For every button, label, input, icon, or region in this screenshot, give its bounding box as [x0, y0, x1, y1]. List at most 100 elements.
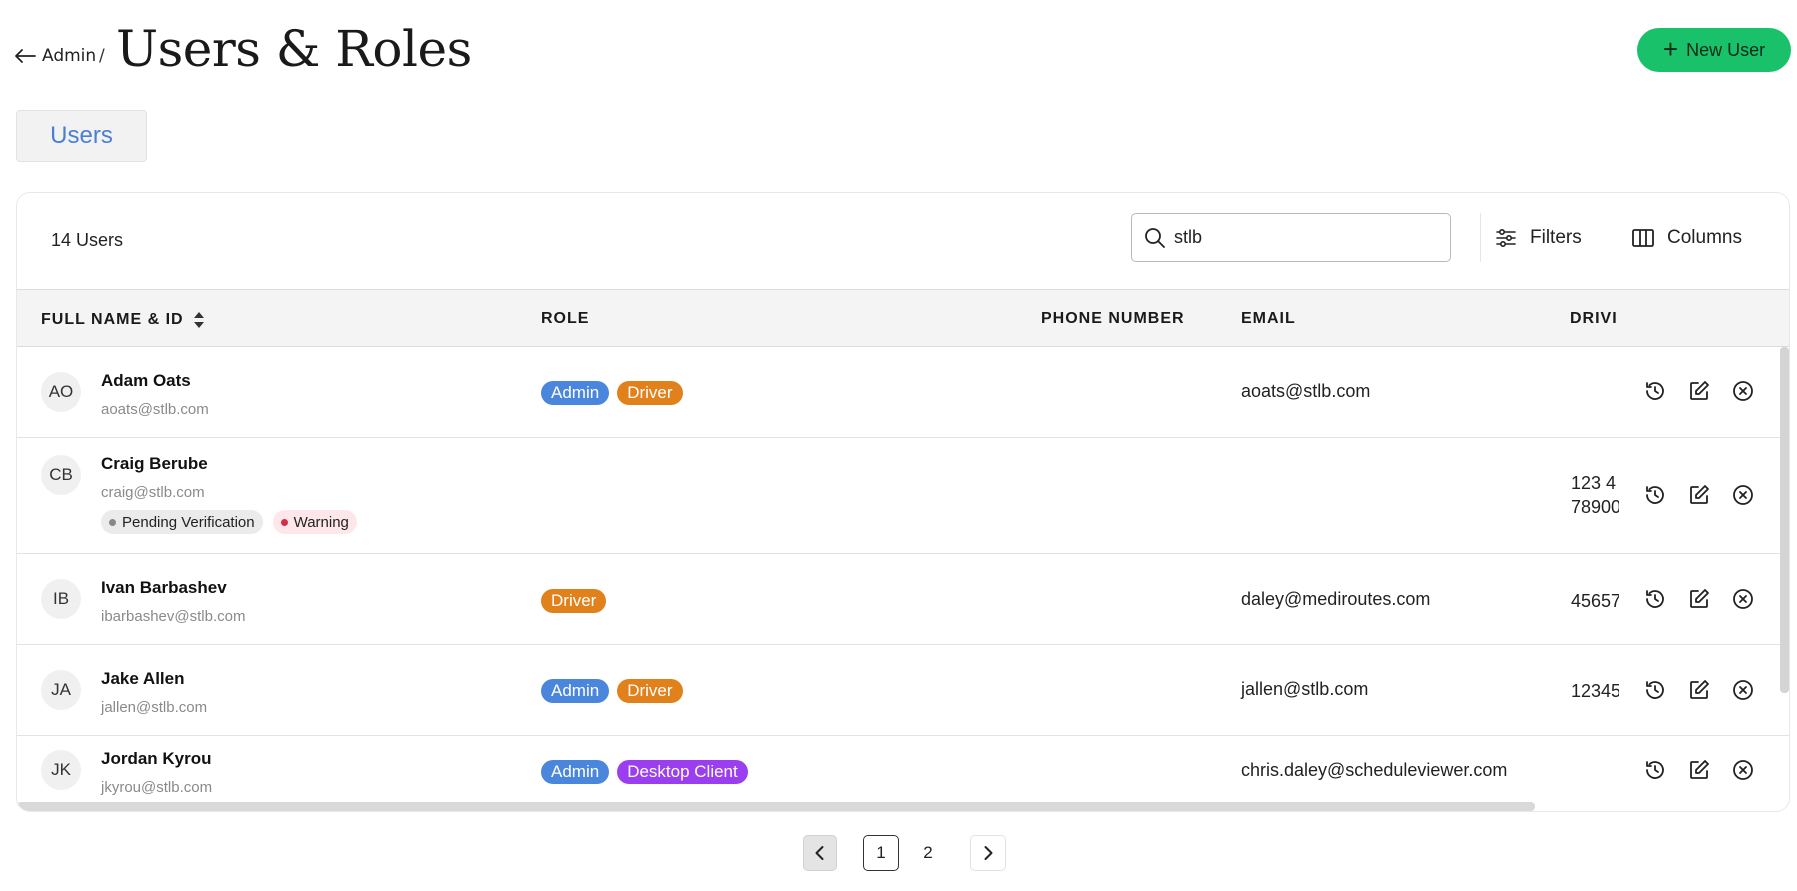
new-user-button[interactable]: + New User	[1637, 28, 1791, 72]
avatar: JA	[41, 670, 81, 710]
role-badge-driver: Driver	[617, 381, 683, 405]
breadcrumb-admin[interactable]: Admin	[42, 46, 96, 66]
driver-line: 78900	[1571, 497, 1619, 517]
arrow-left-icon	[15, 49, 36, 63]
plus-icon: +	[1662, 34, 1679, 64]
sliders-icon	[1496, 228, 1516, 248]
column-header-name[interactable]: FULL NAME & ID	[41, 310, 206, 330]
chevron-right-icon	[984, 846, 993, 860]
table-toolbar: 14 Users Filters Columns	[17, 193, 1789, 289]
role-badge-admin: Admin	[541, 760, 610, 784]
edit-icon[interactable]	[1687, 758, 1711, 782]
delete-icon[interactable]	[1731, 483, 1755, 507]
role-badges: Admin Driver	[541, 679, 683, 703]
status-dot	[280, 518, 288, 526]
chevron-left-icon	[815, 846, 824, 860]
table-row[interactable]: CB Craig Berube craig@stlb.com Pending V…	[17, 438, 1789, 554]
column-header-role[interactable]: ROLE	[541, 310, 589, 328]
row-actions	[1643, 758, 1755, 782]
driver-cell: 123 4 78900	[1571, 471, 1619, 519]
columns-label: Columns	[1667, 227, 1742, 248]
avatar: CB	[41, 455, 81, 495]
email-cell: chris.daley@scheduleviewer.com	[1241, 760, 1508, 780]
avatar: JK	[41, 750, 81, 790]
delete-icon[interactable]	[1731, 758, 1755, 782]
delete-icon[interactable]	[1731, 678, 1755, 702]
delete-icon[interactable]	[1731, 379, 1755, 403]
back-link[interactable]: Admin	[14, 46, 96, 66]
status-label: Warning	[293, 513, 349, 531]
user-name: Jake Allen	[101, 669, 185, 688]
role-badge-desktop-client: Desktop Client	[617, 760, 748, 784]
table-row[interactable]: IB Ivan Barbashev ibarbashev@stlb.com Dr…	[17, 554, 1789, 645]
edit-icon[interactable]	[1687, 483, 1711, 507]
column-header-email[interactable]: EMAIL	[1241, 310, 1296, 328]
users-panel: 14 Users Filters Columns FULL NAME & ID …	[16, 192, 1790, 812]
history-icon[interactable]	[1643, 587, 1667, 611]
delete-icon[interactable]	[1731, 587, 1755, 611]
row-actions	[1643, 379, 1755, 403]
user-login: aoats@stlb.com	[101, 401, 209, 418]
toolbar-divider	[1480, 213, 1481, 262]
pagination-next-button[interactable]	[970, 835, 1006, 871]
role-badge-driver: Driver	[541, 589, 607, 613]
driver-cell: 45657	[1571, 591, 1619, 611]
email-cell: daley@mediroutes.com	[1241, 589, 1431, 609]
status-badge-warning: Warning	[272, 510, 357, 534]
history-icon[interactable]	[1643, 758, 1667, 782]
row-actions	[1643, 587, 1755, 611]
role-badge-admin: Admin	[541, 381, 610, 405]
sort-icon[interactable]	[192, 310, 206, 330]
user-name: Ivan Barbashev	[101, 578, 227, 597]
role-badges: Admin Desktop Client	[541, 760, 748, 784]
history-icon[interactable]	[1643, 678, 1667, 702]
user-login: ibarbashev@stlb.com	[101, 608, 246, 625]
user-login: jallen@stlb.com	[101, 699, 208, 716]
role-badge-admin: Admin	[541, 679, 610, 703]
user-name: Jordan Kyrou	[101, 749, 212, 768]
horizontal-scrollbar[interactable]	[17, 802, 1535, 811]
driver-line: 123 4	[1571, 473, 1617, 493]
avatar: AO	[41, 372, 81, 412]
driver-cell: 12345	[1571, 681, 1619, 701]
edit-icon[interactable]	[1687, 678, 1711, 702]
status-dot	[109, 518, 116, 526]
search-box[interactable]	[1131, 213, 1451, 262]
table-row[interactable]: AO Adam Oats aoats@stlb.com Admin Driver…	[17, 347, 1789, 438]
role-badges: Admin Driver	[541, 381, 683, 405]
vertical-scrollbar[interactable]	[1780, 347, 1789, 693]
email-cell: jallen@stlb.com	[1241, 679, 1369, 699]
table-row[interactable]: JK Jordan Kyrou jkyrou@stlb.com Admin De…	[17, 736, 1789, 811]
user-name: Craig Berube	[101, 454, 208, 473]
pagination-page-2[interactable]: 2	[910, 835, 946, 871]
page-header: Admin / Users & Roles + New User	[0, 0, 1797, 100]
user-login: craig@stlb.com	[101, 484, 205, 501]
user-name: Adam Oats	[101, 371, 191, 390]
search-icon	[1145, 227, 1165, 248]
filters-button[interactable]: Filters	[1494, 222, 1582, 254]
row-actions	[1643, 483, 1755, 507]
new-user-label: New User	[1686, 39, 1766, 60]
column-header-phone[interactable]: PHONE NUMBER	[1041, 310, 1185, 328]
table-header: FULL NAME & ID ROLE PHONE NUMBER EMAIL D…	[17, 289, 1789, 347]
breadcrumb-separator: /	[99, 46, 105, 66]
edit-icon[interactable]	[1687, 587, 1711, 611]
table-row[interactable]: JA Jake Allen jallen@stlb.com Admin Driv…	[17, 645, 1789, 736]
user-login: jkyrou@stlb.com	[101, 779, 213, 796]
column-header-driver[interactable]: DRIVI	[1570, 310, 1620, 328]
role-badges: Driver	[541, 589, 607, 613]
column-header-name-label: FULL NAME & ID	[41, 311, 184, 328]
edit-icon[interactable]	[1687, 379, 1711, 403]
filters-label: Filters	[1530, 227, 1582, 248]
status-tags: Pending Verification Warning	[101, 510, 357, 534]
tab-users[interactable]: Users	[16, 110, 147, 162]
search-input[interactable]	[1174, 227, 1434, 248]
history-icon[interactable]	[1643, 379, 1667, 403]
row-actions	[1643, 678, 1755, 702]
history-icon[interactable]	[1643, 483, 1667, 507]
page-title: Users & Roles	[116, 20, 472, 78]
pagination-page-1[interactable]: 1	[863, 835, 899, 871]
columns-button[interactable]: Columns	[1631, 222, 1742, 254]
email-cell: aoats@stlb.com	[1241, 381, 1371, 401]
pagination-prev-button[interactable]	[803, 835, 837, 871]
